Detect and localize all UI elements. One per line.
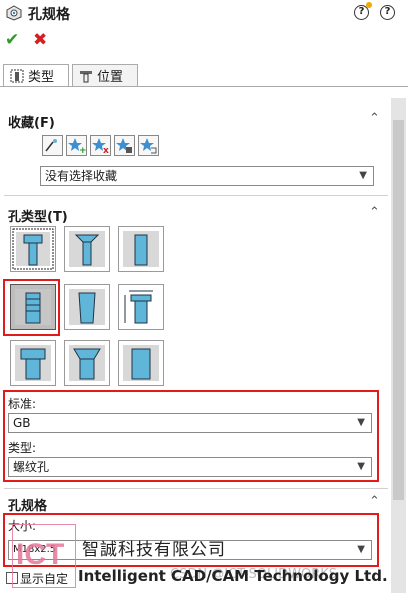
- company-chinese-name: 智誠科技有限公司: [82, 540, 226, 560]
- type-tab-icon: [10, 69, 24, 82]
- company-english-name: Intelligent CAD/CAM Technology Ltd.: [78, 567, 388, 585]
- svg-text:ICT: ICT: [16, 538, 64, 571]
- standard-value: GB: [13, 416, 31, 430]
- save-favorite-button[interactable]: [114, 135, 135, 156]
- counterbore-button[interactable]: [10, 226, 56, 272]
- tab-divider: [0, 86, 408, 87]
- svg-text:+: +: [79, 146, 86, 155]
- countersink-icon: [69, 231, 105, 267]
- hole-type-title: 孔类型(T): [8, 210, 68, 225]
- legacy-hole-icon: [123, 289, 159, 325]
- countersink-slot-button[interactable]: [64, 340, 110, 386]
- apply-favorite-button[interactable]: [42, 135, 63, 156]
- star-delete-icon: x: [92, 138, 109, 156]
- chevron-down-icon: ▼: [357, 417, 365, 428]
- collapse-favorites-icon[interactable]: ⌃: [369, 111, 380, 126]
- counterbore-slot-button[interactable]: [10, 340, 56, 386]
- standard-label: 标准:: [8, 397, 37, 411]
- hole-spec-title: 孔规格: [8, 499, 48, 514]
- tab-position-label: 位置: [97, 70, 124, 85]
- tapped-hole-highlight: [3, 279, 60, 336]
- info-help-icon[interactable]: ?: [380, 5, 395, 20]
- divider: [4, 488, 388, 489]
- legacy-hole-button[interactable]: [118, 284, 164, 330]
- ok-button[interactable]: ✔: [5, 30, 19, 50]
- type-select[interactable]: 螺纹孔 ▼: [8, 457, 372, 477]
- ict-logo: ICT: [11, 523, 77, 589]
- tab-type-label: 类型: [28, 70, 55, 85]
- pipe-tap-button[interactable]: [64, 284, 110, 330]
- favorites-select-value: 没有选择收藏: [45, 169, 118, 183]
- favorites-select[interactable]: 没有选择收藏 ▼: [40, 166, 374, 186]
- slot-button[interactable]: [118, 340, 164, 386]
- slot-icon: [123, 345, 159, 381]
- divider: [4, 195, 388, 196]
- favorites-title: 收藏(F): [8, 116, 55, 131]
- chevron-down-icon: ▼: [359, 170, 367, 181]
- counterbore-slot-icon: [15, 345, 51, 381]
- scrollbar-thumb[interactable]: [393, 120, 404, 500]
- pipe-tap-icon: [69, 289, 105, 325]
- hole-wizard-icon: [6, 5, 22, 21]
- type-value: 螺纹孔: [13, 460, 50, 474]
- ict-logo-mark: ICT: [11, 523, 77, 589]
- countersink-slot-icon: [69, 345, 105, 381]
- chevron-down-icon: ▼: [357, 544, 365, 555]
- load-favorite-button[interactable]: [138, 135, 159, 156]
- countersink-button[interactable]: [64, 226, 110, 272]
- collapse-spec-icon[interactable]: ⌃: [369, 494, 380, 509]
- page-title: 孔规格: [28, 7, 70, 23]
- hole-button[interactable]: [118, 226, 164, 272]
- star-save-icon: [116, 138, 132, 153]
- add-favorite-button[interactable]: +: [66, 135, 87, 156]
- tab-type[interactable]: 类型: [3, 64, 69, 86]
- collapse-hole-type-icon[interactable]: ⌃: [369, 205, 380, 220]
- delete-favorite-button[interactable]: x: [90, 135, 111, 156]
- spark-icon: [366, 2, 372, 8]
- position-tab-icon: [80, 70, 92, 82]
- type-label: 类型:: [8, 441, 37, 455]
- svg-text:x: x: [103, 146, 109, 155]
- cancel-button[interactable]: ✖: [33, 30, 47, 50]
- chevron-down-icon: ▼: [357, 461, 365, 472]
- simple-hole-icon: [123, 231, 159, 267]
- tab-position[interactable]: 位置: [72, 64, 138, 86]
- apply-favorite-icon: [45, 139, 57, 152]
- star-add-icon: +: [68, 138, 87, 156]
- standard-select[interactable]: GB ▼: [8, 413, 372, 433]
- star-load-icon: [140, 138, 157, 154]
- counterbore-icon: [12, 228, 54, 270]
